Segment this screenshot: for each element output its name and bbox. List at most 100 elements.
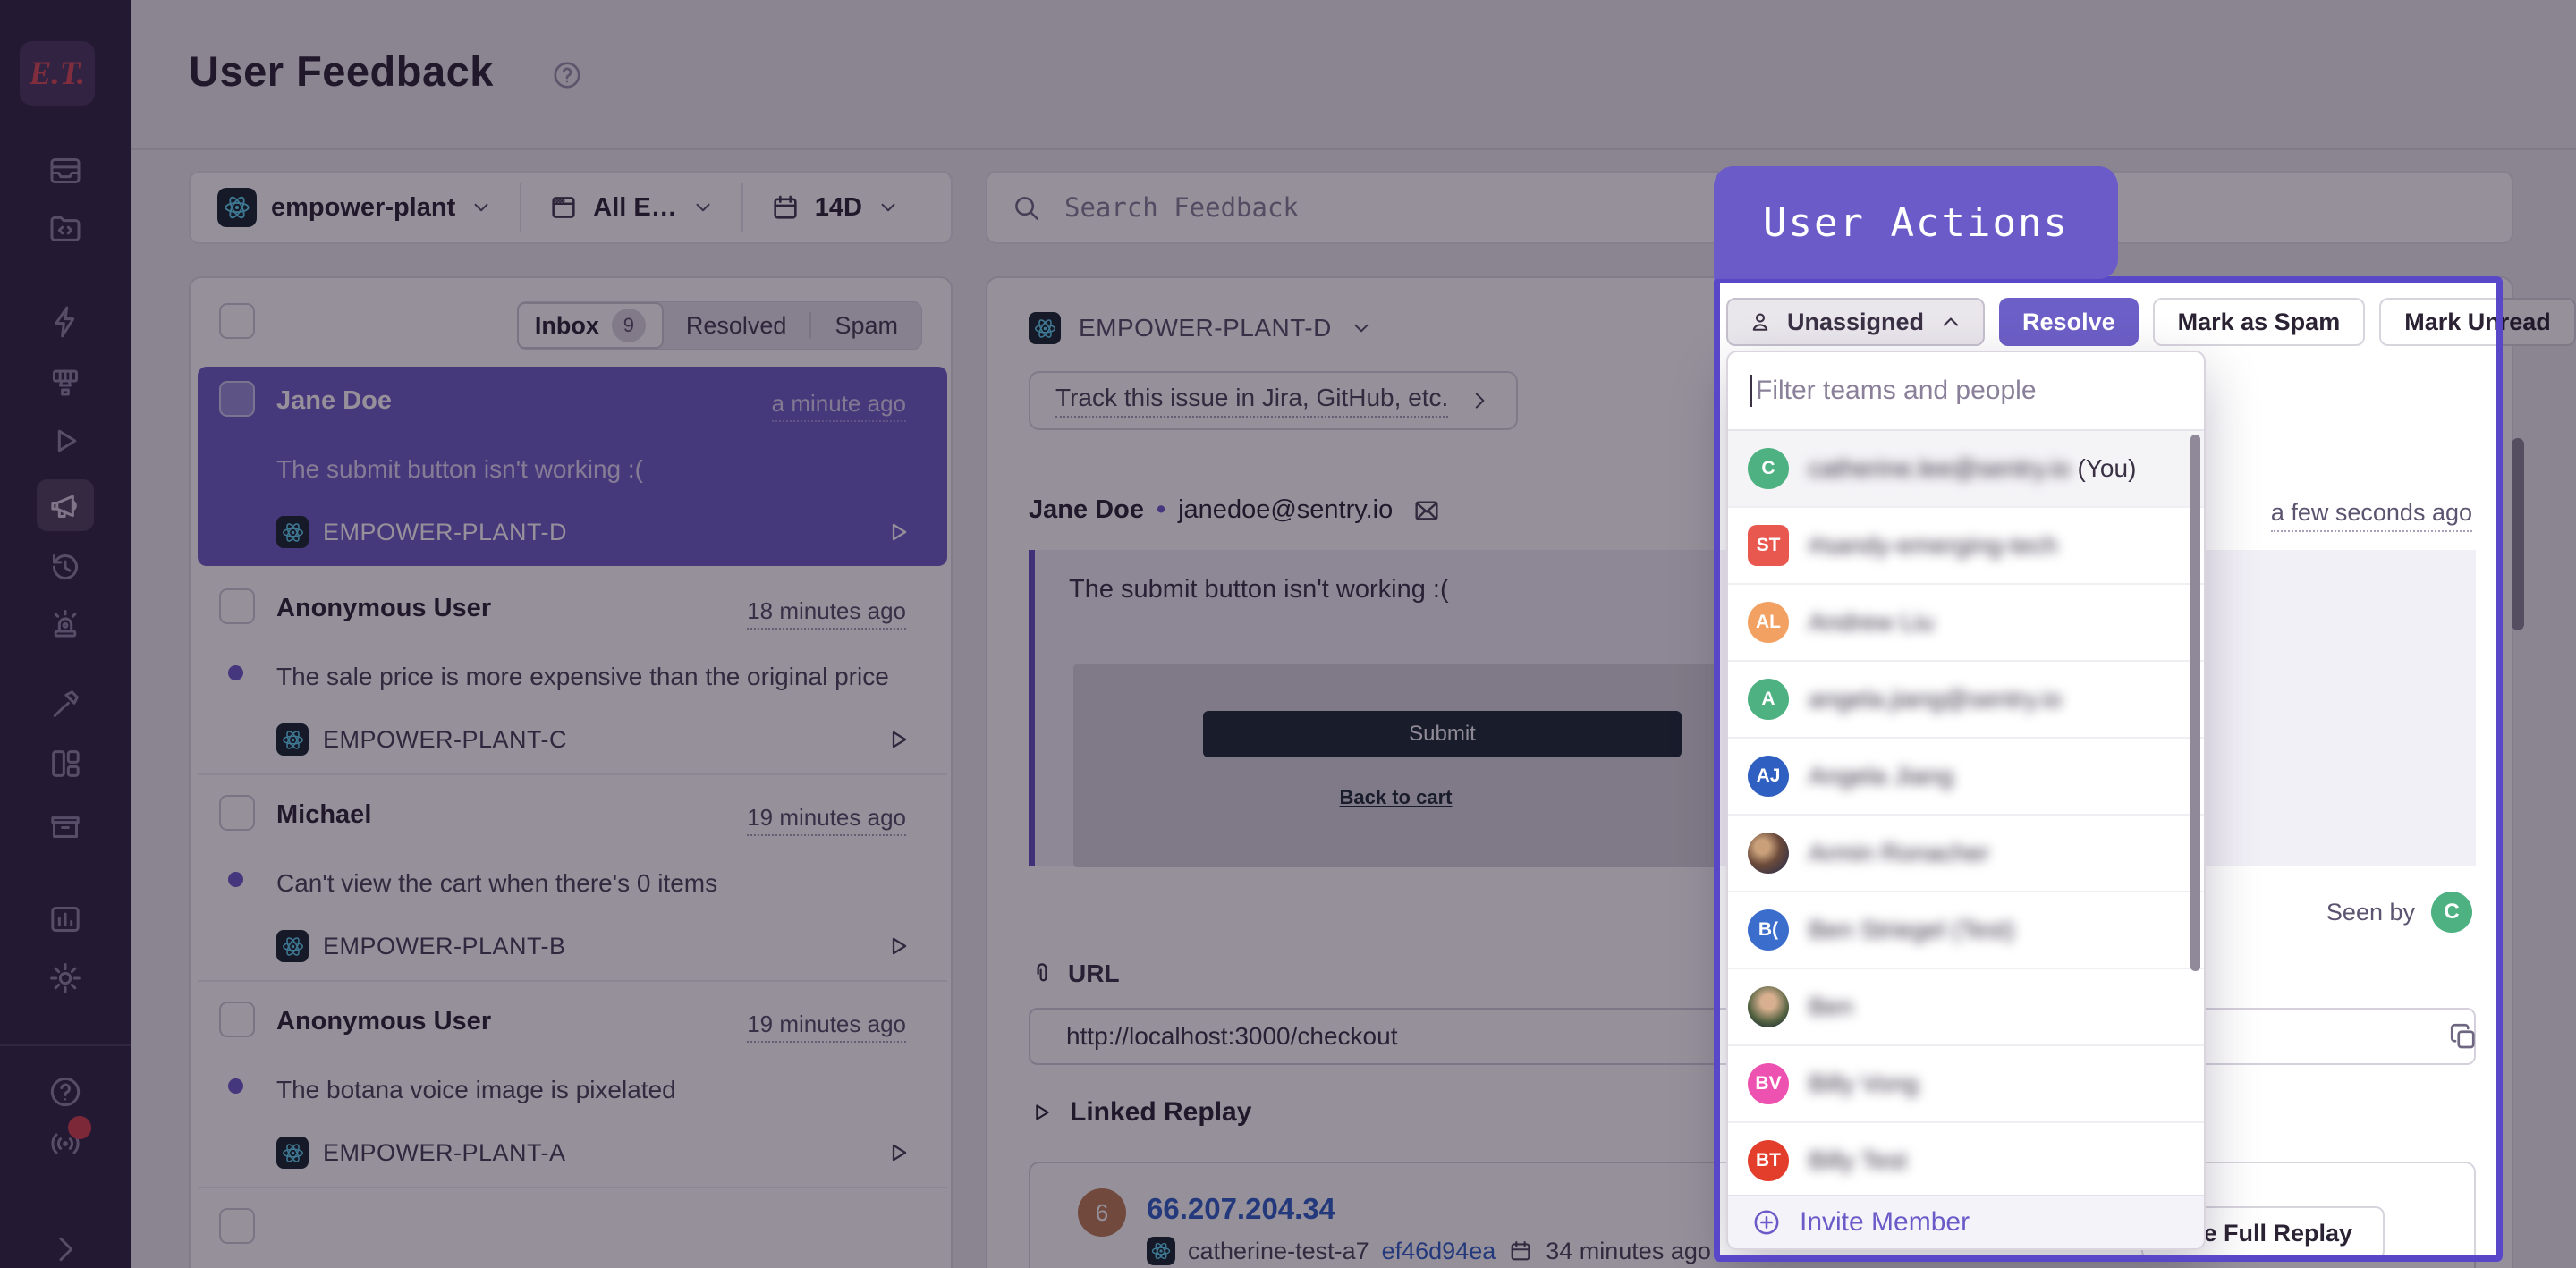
settings-icon[interactable] xyxy=(46,959,85,998)
feedback-icon[interactable] xyxy=(37,479,94,531)
replay-play-icon[interactable] xyxy=(885,726,911,753)
avatar-photo xyxy=(1748,986,1789,1027)
window-icon xyxy=(548,192,579,223)
detail-timestamp[interactable]: a few seconds ago xyxy=(2271,499,2472,532)
project-filter-label: empower-plant xyxy=(271,193,455,223)
replay-play-icon[interactable] xyxy=(885,519,911,545)
person-icon xyxy=(1748,309,1773,334)
item-checkbox[interactable] xyxy=(219,588,255,624)
crons-icon[interactable] xyxy=(46,547,85,587)
page-scrollbar[interactable] xyxy=(2512,438,2524,630)
invite-member-label: Invite Member xyxy=(1800,1207,1970,1238)
avatar: A xyxy=(1748,679,1789,720)
item-checkbox[interactable] xyxy=(219,795,255,831)
assignee-name: Angela Jiang xyxy=(1809,762,1953,790)
dashboards-icon[interactable] xyxy=(46,744,85,783)
sender-name: Jane Doe xyxy=(1029,495,1144,525)
page-title: User Feedback xyxy=(189,46,494,96)
performance-icon[interactable] xyxy=(46,302,85,342)
alerts-icon[interactable] xyxy=(46,603,85,642)
date-range-filter[interactable]: 14D xyxy=(743,192,927,223)
avatar: BT xyxy=(1748,1140,1789,1181)
assignee-option[interactable]: ST #sandy-emerging-tech xyxy=(1728,508,2204,585)
react-project-icon xyxy=(1029,312,1061,344)
track-issue-label: Track this issue in Jira, GitHub, etc. xyxy=(1055,384,1448,418)
feedback-message: The botana voice image is pixelated xyxy=(276,1071,894,1108)
tab-resolved[interactable]: Resolved xyxy=(663,312,810,340)
seen-by-row: Seen by C xyxy=(2326,892,2472,933)
search-placeholder: Search Feedback xyxy=(1064,192,1299,223)
plus-circle-icon xyxy=(1751,1207,1782,1238)
replay-hash[interactable]: ef46d94ea xyxy=(1382,1238,1496,1265)
collapse-icon[interactable] xyxy=(46,1230,85,1268)
feedback-screenshot: Submit Back to cart xyxy=(1073,664,1718,867)
tab-spam[interactable]: Spam xyxy=(811,312,921,340)
feedback-item[interactable]: Jane Doe a minute ago The submit button … xyxy=(198,367,947,566)
inbox-count-badge: 9 xyxy=(612,309,646,342)
assignee-option[interactable]: Armin Ronacher xyxy=(1728,816,2204,892)
item-checkbox[interactable] xyxy=(219,381,255,417)
mark-as-spam-button[interactable]: Mark as Spam xyxy=(2153,298,2366,346)
screenshot-back-link: Back to cart xyxy=(1073,786,1718,809)
dropdown-scrollbar[interactable] xyxy=(2190,435,2200,971)
assignee-option[interactable]: A angela.jiang@sentry.io xyxy=(1728,662,2204,739)
help-icon[interactable] xyxy=(46,1072,85,1112)
assignee-option[interactable]: B( Ben Striegel (Test) xyxy=(1728,892,2204,969)
resolve-button[interactable]: Resolve xyxy=(1999,298,2139,346)
react-project-icon xyxy=(276,1137,309,1169)
detail-project-select[interactable]: EMPOWER-PLANT-D xyxy=(1029,312,1373,344)
assignee-option[interactable]: Ben xyxy=(1728,969,2204,1046)
linked-replay-header[interactable]: Linked Replay xyxy=(1029,1097,1251,1128)
projects-icon[interactable] xyxy=(46,208,85,248)
chevron-down-icon xyxy=(691,196,715,219)
invite-member-button[interactable]: Invite Member xyxy=(1728,1195,2204,1248)
chevron-down-icon xyxy=(877,196,900,219)
tab-inbox[interactable]: Inbox 9 xyxy=(517,302,664,349)
issues-icon[interactable] xyxy=(46,151,85,190)
replay-play-icon[interactable] xyxy=(885,933,911,959)
avatar: AL xyxy=(1748,602,1789,643)
assignee-option[interactable]: C catherine.lee@sentry.io(You) xyxy=(1728,431,2204,508)
feedback-item[interactable]: Anonymous User 19 minutes ago The botana… xyxy=(198,987,947,1187)
unread-dot xyxy=(228,872,243,887)
calendar-icon xyxy=(1508,1238,1533,1264)
assignee-option[interactable]: BV Billy Vong xyxy=(1728,1046,2204,1123)
mark-unread-button[interactable]: Mark Unread xyxy=(2379,298,2576,346)
stats-icon[interactable] xyxy=(46,900,85,939)
envelope-icon[interactable] xyxy=(1412,496,1441,525)
sidebar-divider xyxy=(0,1044,131,1046)
assignee-option[interactable]: AL Andrew Liu xyxy=(1728,585,2204,662)
user-actions-row: Unassigned Resolve Mark as Spam Mark Unr… xyxy=(1726,298,2576,346)
react-project-icon xyxy=(276,723,309,756)
project-filter[interactable]: empower-plant xyxy=(191,188,520,227)
toolbox-icon[interactable] xyxy=(46,685,85,724)
profiling-icon[interactable] xyxy=(46,361,85,401)
feedback-time: 18 minutes ago xyxy=(747,597,906,630)
org-logo[interactable]: E.T. xyxy=(20,41,95,106)
replay-ip-link[interactable]: 66.207.204.34 xyxy=(1147,1192,1335,1226)
assignee-option[interactable]: AJ Angela Jiang xyxy=(1728,739,2204,816)
track-issue-button[interactable]: Track this issue in Jira, GitHub, etc. xyxy=(1029,371,1518,430)
copy-icon[interactable] xyxy=(2447,1020,2479,1052)
assignee-filter-input[interactable]: Filter teams and people xyxy=(1728,352,2204,431)
replays-icon[interactable] xyxy=(46,421,85,461)
feedback-message: The submit button isn't working :( xyxy=(276,451,894,487)
item-checkbox[interactable] xyxy=(219,1208,255,1244)
feedback-item[interactable]: Anonymous User 18 minutes ago The sale p… xyxy=(198,574,947,773)
app-root: E.T. User Feedback empower-plant Al xyxy=(0,0,2576,1268)
title-help-icon[interactable] xyxy=(551,59,583,91)
feedback-item[interactable]: Michael 19 minutes ago Can't view the ca… xyxy=(198,781,947,980)
releases-icon[interactable] xyxy=(46,806,85,845)
url-section-label: URL xyxy=(1029,959,1120,988)
item-checkbox[interactable] xyxy=(219,1002,255,1037)
chevron-down-icon xyxy=(470,196,493,219)
react-project-icon xyxy=(1147,1237,1175,1265)
assignee-option[interactable]: BT Billy Test xyxy=(1728,1123,2204,1200)
select-all-checkbox[interactable] xyxy=(219,303,255,339)
environment-filter[interactable]: All E… xyxy=(521,192,741,223)
replay-play-icon[interactable] xyxy=(885,1139,911,1166)
assignee-dropdown-button[interactable]: Unassigned xyxy=(1726,298,1985,346)
url-value: http://localhost:3000/checkout xyxy=(1066,1022,1397,1051)
feedback-item[interactable] xyxy=(198,1194,947,1268)
chevron-down-icon xyxy=(1350,317,1373,340)
